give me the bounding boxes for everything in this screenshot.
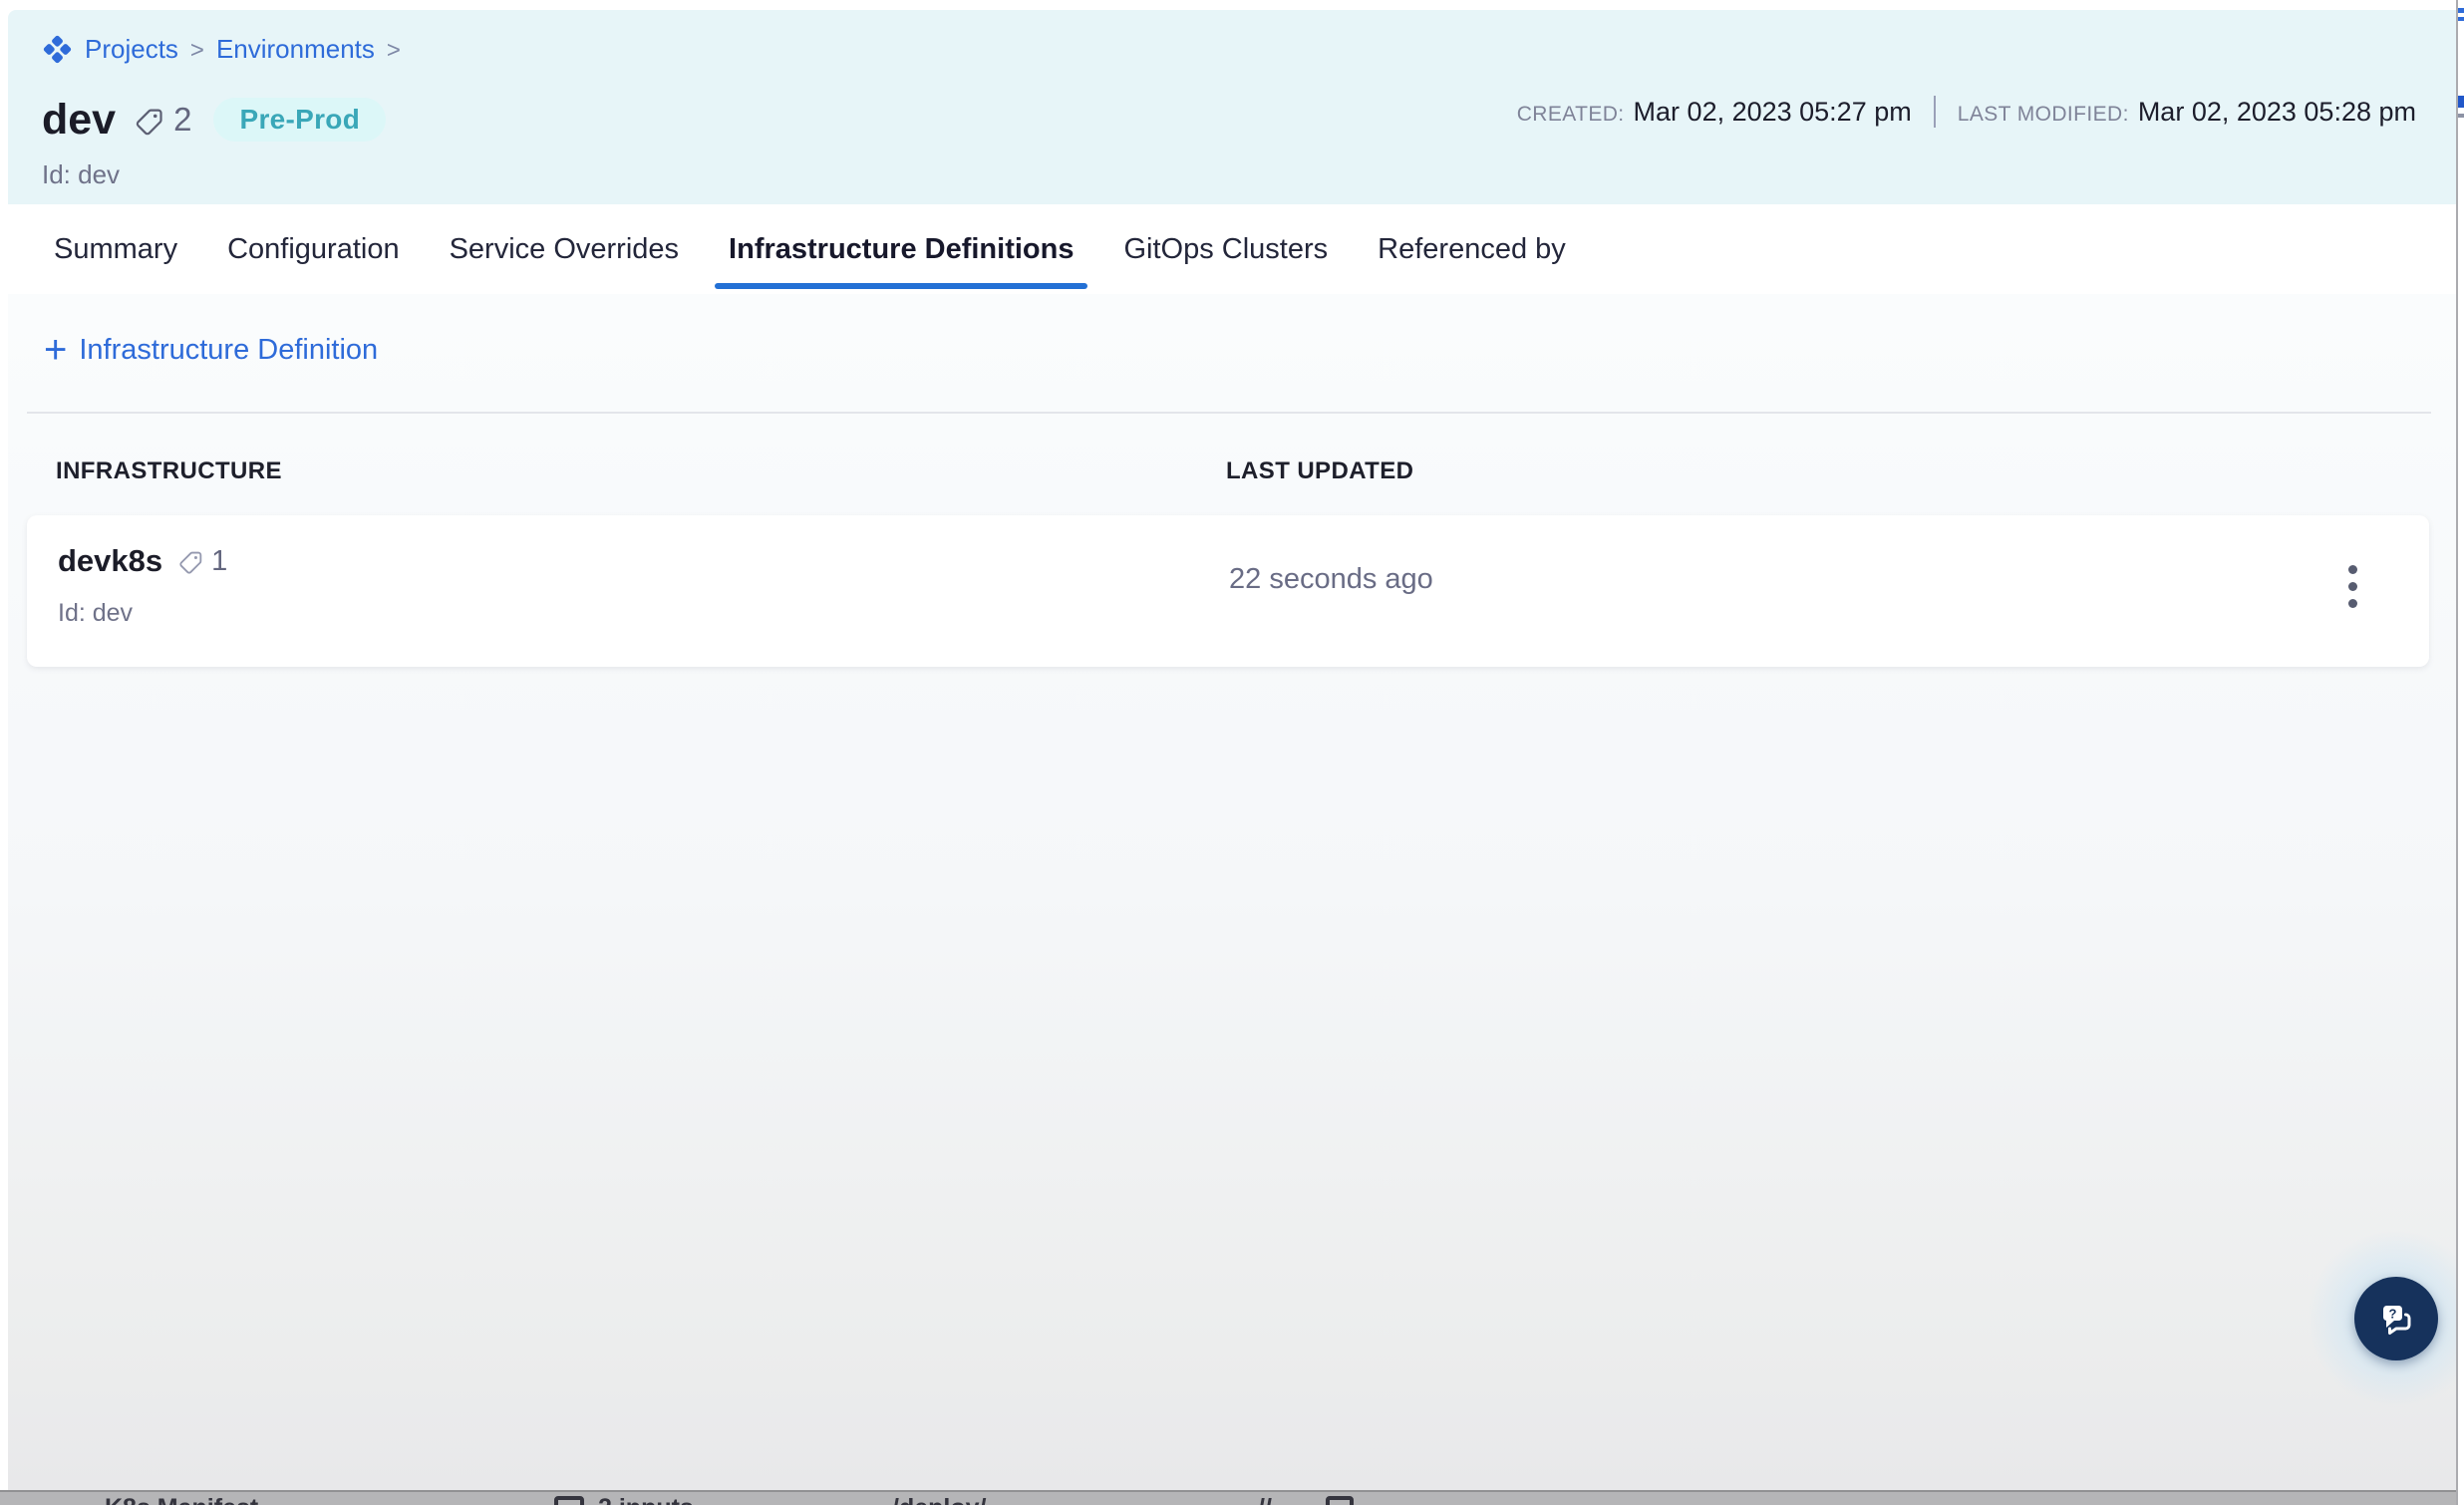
content-divider [27,412,2431,414]
environment-tabbar: Summary Configuration Service Overrides … [8,204,2458,294]
last-modified-meta: LAST MODIFIED: Mar 02, 2023 05:28 pm [1958,97,2416,128]
help-chat-button[interactable]: ? [2354,1277,2438,1360]
environment-identifier: Id: dev [42,159,120,190]
environment-details-page: Projects > Environments > dev 2 Pre-Pro [0,0,2464,1505]
right-edge-artifact [2458,8,2464,13]
tab-configuration[interactable]: Configuration [213,204,414,294]
last-updated-cell: 22 seconds ago [1229,563,1433,596]
plus-icon: + [44,332,67,368]
chat-question-icon: ? [2372,1295,2420,1343]
app-window: Projects > Environments > dev 2 Pre-Pro [8,10,2458,1505]
right-edge-artifact [2458,17,2464,21]
infrastructure-definitions-panel: + Infrastructure Definition INFRASTRUCTU… [8,294,2458,1491]
environment-title-row: dev 2 Pre-Prod [42,98,386,142]
svg-text:?: ? [2389,1307,2397,1322]
meta-divider [1934,96,1936,128]
clipped-icon [1326,1496,1354,1505]
kebab-dot [2348,599,2357,608]
env-type-badge: Pre-Prod [213,98,386,142]
page-title: dev [42,99,116,142]
clipped-text-fragment: // [1258,1494,1272,1505]
right-edge-artifact [2458,114,2464,118]
projects-grid-icon [42,34,73,65]
clipped-text-fragment: K8s Manifest [105,1494,258,1505]
add-infrastructure-definition-label: Infrastructure Definition [79,334,378,367]
environment-tags: 2 [134,101,191,139]
tab-summary[interactable]: Summary [40,204,191,294]
clipped-text-fragment: 2 inputs [598,1494,694,1505]
right-edge-artifact [2458,96,2464,108]
created-meta: CREATED: Mar 02, 2023 05:27 pm [1517,97,1912,128]
column-header-infrastructure: INFRASTRUCTURE [56,457,282,485]
column-header-last-updated: LAST UPDATED [1226,457,1413,485]
row-options-menu-button[interactable] [2342,559,2363,614]
kebab-dot [2348,565,2357,574]
breadcrumb-separator: > [387,35,401,65]
breadcrumb-separator: > [190,35,204,65]
tag-icon [177,547,205,575]
last-modified-label: LAST MODIFIED: [1958,103,2129,127]
breadcrumb: Projects > Environments > [42,34,401,65]
tab-infrastructure-definitions[interactable]: Infrastructure Definitions [715,204,1087,294]
infrastructure-name: devk8s [58,543,162,579]
right-edge-strip [2456,0,2464,1505]
infrastructure-name-cell: devk8s 1 [58,543,227,579]
add-infrastructure-definition-button[interactable]: + Infrastructure Definition [44,332,378,368]
tab-gitops-clusters[interactable]: GitOps Clusters [1109,204,1342,294]
created-value: Mar 02, 2023 05:27 pm [1634,97,1912,128]
created-label: CREATED: [1517,103,1625,127]
table-row[interactable]: devk8s 1 Id: dev 22 seconds ago [27,515,2429,667]
clipped-background-window-strip: K8s Manifest 2 inputs /deploy/ // [0,1490,2464,1505]
kebab-dot [2348,582,2357,591]
tag-count: 2 [173,101,191,139]
tab-service-overrides[interactable]: Service Overrides [436,204,693,294]
row-tags: 1 [177,545,227,578]
last-modified-value: Mar 02, 2023 05:28 pm [2138,97,2416,128]
clipped-icon [554,1496,584,1505]
tag-icon [134,104,166,137]
page-header: Projects > Environments > dev 2 Pre-Pro [8,10,2458,204]
clipped-text-fragment: /deploy/ [892,1494,986,1505]
breadcrumb-link-projects[interactable]: Projects [85,34,178,65]
infrastructure-identifier: Id: dev [58,599,133,628]
tab-referenced-by[interactable]: Referenced by [1364,204,1580,294]
environment-meta: CREATED: Mar 02, 2023 05:27 pm LAST MODI… [1517,96,2416,128]
breadcrumb-link-environments[interactable]: Environments [216,34,375,65]
row-tag-count: 1 [211,545,227,578]
